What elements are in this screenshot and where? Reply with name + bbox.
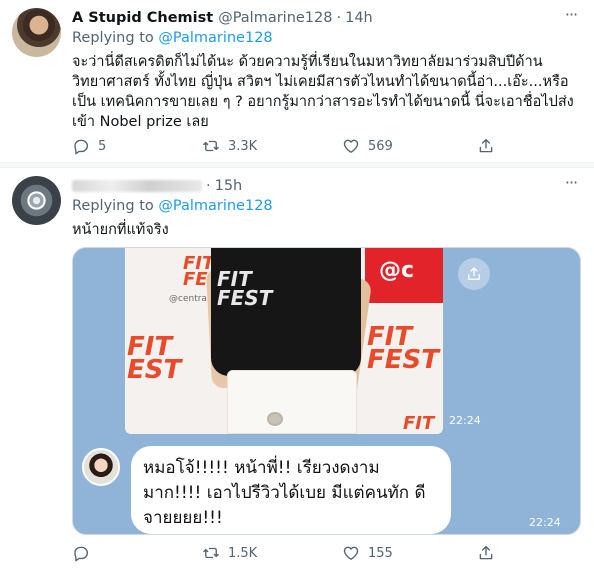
- like-button[interactable]: 155: [342, 544, 393, 562]
- like-count: 155: [368, 545, 393, 561]
- share-button[interactable]: [477, 137, 503, 155]
- shirt-print: FIT FEST: [217, 267, 273, 310]
- heart-icon: [343, 546, 359, 560]
- retweet-icon: [203, 140, 219, 152]
- chat-bubble: หมอโจ้!!!!! หน้าพี่!! เรียวงดงาม มาก!!!!…: [131, 446, 451, 534]
- message-time: 22:24: [449, 414, 481, 427]
- retweet-icon: [203, 547, 219, 559]
- fit-fest-logo: FIT: [403, 413, 435, 434]
- retweet-button[interactable]: 1.5K: [202, 544, 257, 562]
- chat-photo[interactable]: @c FIT FEST @centralwOrld FITEST FITFEST…: [125, 248, 443, 434]
- like-count: 569: [368, 138, 393, 154]
- timestamp[interactable]: 15h: [215, 178, 243, 194]
- backdrop-text: @c: [379, 258, 415, 283]
- retweet-count: 3.3K: [228, 138, 258, 154]
- separator-dot: ·: [206, 178, 211, 194]
- chat-avatar: [82, 448, 120, 486]
- fit-fest-logo: FIT FEST: [367, 322, 439, 376]
- mention-link[interactable]: @Palmarine128: [158, 30, 272, 46]
- replying-to-label: Replying to: [72, 30, 154, 46]
- blurred-display-name: [72, 180, 202, 192]
- tweet-actions: 5 3.3K 569: [72, 135, 522, 157]
- share-icon[interactable]: [458, 258, 490, 290]
- heart-icon: [343, 139, 359, 153]
- reply-icon: [74, 139, 89, 155]
- replying-to: Replying to @Palmarine128: [72, 198, 273, 214]
- backdrop-banner: @c: [365, 248, 443, 303]
- tweet-text: หน้ายกที่แท้จริง: [72, 222, 169, 238]
- share-icon: [479, 545, 493, 560]
- like-button[interactable]: 569: [342, 137, 393, 155]
- replying-to: Replying to @Palmarine128: [72, 30, 273, 46]
- tweet-header: · 15h: [72, 176, 242, 196]
- reply-button[interactable]: [72, 544, 98, 562]
- retweet-button[interactable]: 3.3K: [202, 137, 257, 155]
- person-skirt: [227, 370, 357, 434]
- tweet-header: A Stupid Chemist @Palmarine128 · 14h: [72, 8, 373, 28]
- tweet-text: จะว่านี่ดีสเครดิตก็ไม่ได้นะ ด้วยความรู้ท…: [72, 54, 574, 130]
- tweet-actions: 1.5K 155: [72, 542, 522, 564]
- more-dots-icon[interactable]: ···: [562, 174, 580, 192]
- tweet-media[interactable]: @c FIT FEST @centralwOrld FITEST FITFEST…: [72, 247, 581, 535]
- display-name[interactable]: A Stupid Chemist: [72, 10, 213, 26]
- share-icon: [479, 138, 493, 153]
- separator-dot: ·: [336, 10, 342, 26]
- reply-count: 5: [98, 138, 107, 154]
- timestamp[interactable]: 14h: [345, 10, 373, 26]
- retweet-count: 1.5K: [228, 545, 258, 561]
- share-button[interactable]: [477, 544, 503, 562]
- avatar[interactable]: [12, 8, 61, 57]
- mention-link[interactable]: @Palmarine128: [158, 198, 272, 214]
- tweet[interactable]: A Stupid Chemist @Palmarine128 · 14h ···…: [0, 0, 594, 162]
- avatar[interactable]: [12, 176, 61, 225]
- reply-button[interactable]: 5: [72, 137, 106, 155]
- message-time: 22:24: [529, 516, 561, 529]
- user-handle[interactable]: @Palmarine128: [218, 10, 332, 26]
- more-dots-icon[interactable]: ···: [562, 6, 580, 24]
- replying-to-label: Replying to: [72, 198, 154, 214]
- tweet[interactable]: · 15h ··· Replying to @Palmarine128 หน้า…: [0, 168, 594, 577]
- fit-fest-logo: FIT EST: [127, 332, 182, 386]
- reply-icon: [74, 546, 89, 562]
- wristwatch: [267, 412, 283, 426]
